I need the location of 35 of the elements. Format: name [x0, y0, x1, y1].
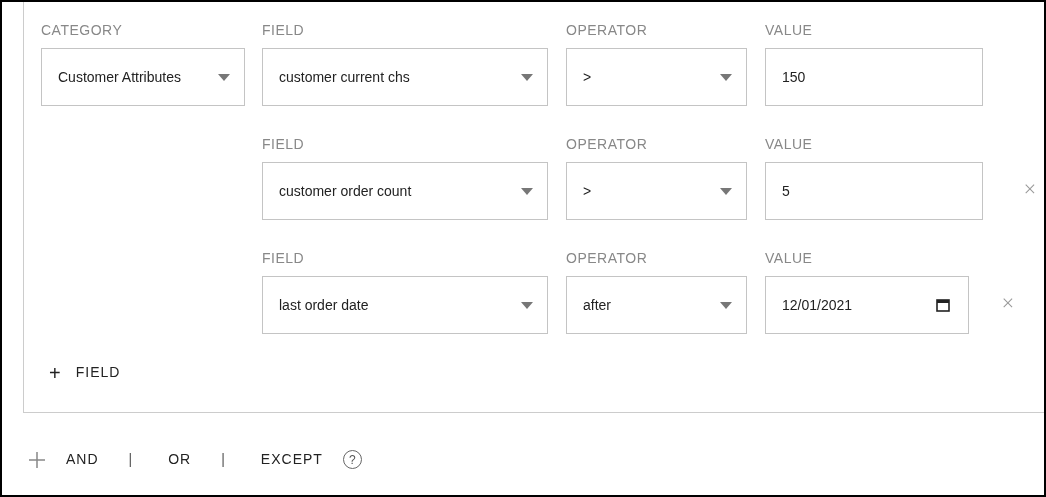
- field-label: CATEGORY: [41, 21, 124, 40]
- caret-icon: [720, 187, 732, 195]
- field-label: FIELD: [262, 135, 306, 154]
- field-select[interactable]: last order date: [262, 276, 548, 334]
- value-field[interactable]: 5: [765, 162, 983, 220]
- operator-select[interactable]: >: [566, 48, 747, 106]
- operator-select[interactable]: after: [566, 276, 747, 334]
- field-label: VALUE: [765, 135, 814, 154]
- plus-icon[interactable]: [28, 450, 46, 469]
- category-select[interactable]: Customer Attributes: [41, 48, 245, 106]
- field-label: VALUE: [765, 21, 814, 40]
- field-label: OPERATOR: [566, 135, 649, 154]
- field-select[interactable]: customer current chs: [262, 48, 548, 106]
- caret-icon: [521, 187, 533, 195]
- separator: |: [128, 450, 133, 469]
- field-label: OPERATOR: [566, 21, 649, 40]
- field-select[interactable]: customer order count: [262, 162, 548, 220]
- add-field-button[interactable]: + FIELD: [49, 362, 121, 383]
- calendar-icon[interactable]: [936, 298, 950, 312]
- caret-icon: [720, 301, 732, 309]
- field-label: VALUE: [765, 249, 814, 268]
- combinator-button[interactable]: OR: [168, 449, 192, 470]
- caret-icon: [720, 73, 732, 81]
- date-field[interactable]: 12/01/2021: [765, 276, 969, 334]
- separator: |: [221, 450, 225, 469]
- combinator-button[interactable]: EXCEPT: [260, 449, 323, 470]
- value-field[interactable]: 150: [765, 48, 983, 106]
- field-label: FIELD: [262, 21, 306, 40]
- field-label: OPERATOR: [566, 249, 649, 268]
- combinator-button[interactable]: AND: [66, 449, 99, 470]
- operator-select[interactable]: >: [566, 162, 747, 220]
- caret-icon: [521, 301, 533, 309]
- field-label: FIELD: [262, 249, 306, 268]
- caret-icon: [218, 73, 230, 81]
- caret-icon: [521, 73, 533, 81]
